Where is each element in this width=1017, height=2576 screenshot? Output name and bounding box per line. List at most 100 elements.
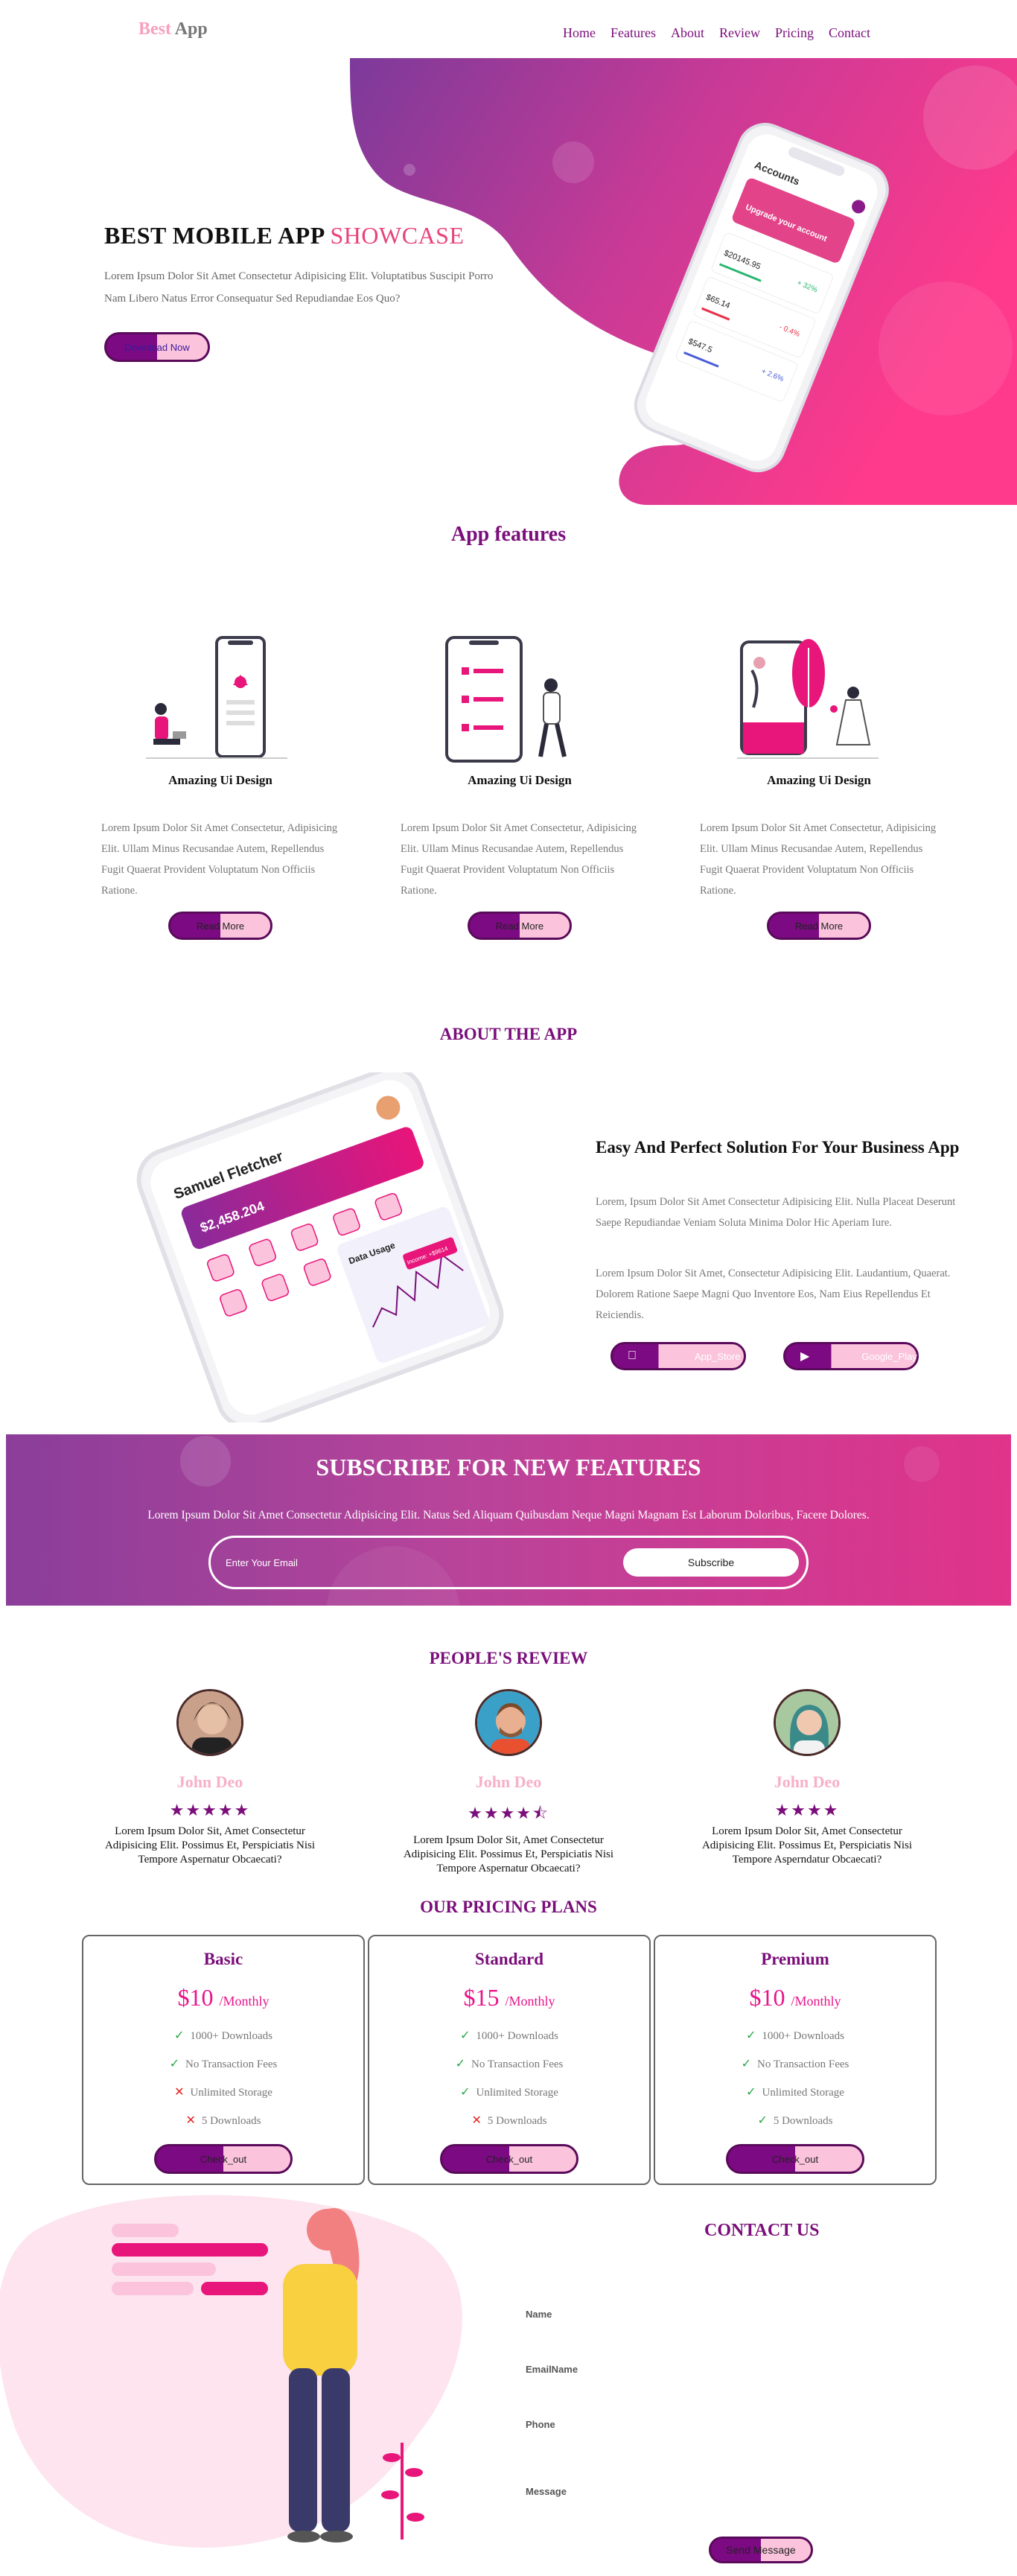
hero-title-main: BEST MOBILE APP xyxy=(104,222,324,249)
email-input[interactable] xyxy=(226,1551,568,1574)
logo[interactable]: Best App xyxy=(138,19,208,39)
download-now-button[interactable]: Download Now xyxy=(104,332,210,362)
rating-stars: ★★★★ xyxy=(774,1801,840,1819)
about-heading: Easy And Perfect Solution For Your Busin… xyxy=(596,1138,960,1157)
apple-icon:  xyxy=(628,1349,643,1363)
subscribe-form: Subscribe xyxy=(208,1536,809,1589)
google-play-label: Google_Play xyxy=(861,1350,917,1362)
check-icon: ✓ xyxy=(741,2058,752,2070)
about-paragraph-2: Lorem Ipsum Dolor Sit Amet, Consectetur … xyxy=(596,1268,951,1321)
feature-illustration-3 xyxy=(737,639,879,759)
subscribe-title: SUBSCRIBE FOR NEW FEATURES xyxy=(316,1454,701,1481)
name-label: Name xyxy=(526,2309,552,2320)
about-title: ABOUT THE APP xyxy=(439,1025,578,1043)
read-more-button[interactable]: Read More xyxy=(168,912,272,940)
email-input-contact[interactable] xyxy=(526,2382,928,2401)
about-phone-mockup: Samuel Fletcher $2,458.204 Data Usage In… xyxy=(136,1072,504,1422)
google-play-button[interactable]: ▶ Google_Play xyxy=(783,1342,919,1370)
checkout-button[interactable]: Check_out xyxy=(726,2144,864,2174)
plan-feature: ✓ Unlimited Storage xyxy=(746,2086,844,2099)
check-icon: ✓ xyxy=(460,2086,471,2099)
reviewer-name: John Deo xyxy=(774,1772,841,1791)
main-nav: Home Features About Review Pricing Conta… xyxy=(563,25,870,41)
plan-price: $10 /Monthly xyxy=(749,1984,841,2011)
plan-feature: ✕ 5 Downloads xyxy=(185,2114,261,2127)
plan-standard: Standard $15 /Monthly ✓ 1000+ Downloads ✓… xyxy=(368,1935,651,2185)
check-icon: ✓ xyxy=(757,2114,768,2127)
logo-part1: Best xyxy=(138,19,171,39)
plan-feature: ✓ No Transaction Fees xyxy=(741,2058,849,2070)
plan-features: ✓ 1000+ Downloads ✓ No Transaction Fees ✕ U… xyxy=(83,2022,363,2135)
plan-features: ✓ 1000+ Downloads ✓ No Transaction Fees ✓ U… xyxy=(655,2022,935,2135)
subscribe-section: SUBSCRIBE FOR NEW FEATURES Lorem Ipsum D… xyxy=(6,1434,1011,1606)
nav-features[interactable]: Features xyxy=(610,25,656,41)
reviewer-name: John Deo xyxy=(176,1772,243,1791)
pricing-title: OUR PRICING PLANS xyxy=(420,1898,597,1916)
checkout-button[interactable]: Check_out xyxy=(154,2144,293,2174)
feature-card-2: Amazing Ui Design Lorem Ipsum Dolor Sit … xyxy=(393,773,646,940)
app-store-label: App_Store xyxy=(695,1350,741,1362)
plan-feature: ✓ 1000+ Downloads xyxy=(746,2029,844,2042)
avatar xyxy=(774,1689,841,1756)
plan-price: $10 /Monthly xyxy=(177,1984,270,2011)
review-text: Lorem Ipsum Dolor Sit, Amet Consectetur … xyxy=(403,1834,614,1874)
hero-title-accent: SHOWCASE xyxy=(330,222,465,249)
plan-price: $15 /Monthly xyxy=(463,1984,555,2011)
cross-icon: ✕ xyxy=(185,2114,196,2127)
check-icon: ✓ xyxy=(455,2058,466,2070)
nav-contact[interactable]: Contact xyxy=(829,25,870,41)
feature-illustration-1 xyxy=(146,636,287,759)
hero-phone-mockup: Accounts Upgrade your account $20145.95 … xyxy=(634,123,889,473)
plan-name: Standard xyxy=(474,1950,544,1968)
message-label: Message xyxy=(526,2486,567,2497)
feature-title: Amazing Ui Design xyxy=(767,773,871,787)
check-icon: ✓ xyxy=(169,2058,180,2070)
rating-stars: ★★★★★ xyxy=(169,1801,251,1819)
plan-feature: ✕ Unlimited Storage xyxy=(174,2086,272,2099)
rating-stars: ★★★★⯪ xyxy=(468,1804,549,1822)
email-label: EmailName xyxy=(526,2364,578,2375)
check-icon: ✓ xyxy=(460,2029,471,2042)
cross-icon: ✕ xyxy=(174,2086,185,2099)
nav-about[interactable]: About xyxy=(671,25,704,41)
nav-pricing[interactable]: Pricing xyxy=(775,25,814,41)
logo-part2: App xyxy=(174,19,208,39)
feature-title: Amazing Ui Design xyxy=(468,773,572,787)
message-textarea[interactable] xyxy=(526,2504,928,2529)
feature-card-3: Amazing Ui Design Lorem Ipsum Dolor Sit … xyxy=(692,773,946,940)
phone-label: Phone xyxy=(526,2419,555,2430)
plan-premium: Premium $10 /Monthly ✓ 1000+ Downloads ✓ N… xyxy=(654,1935,937,2185)
avatar xyxy=(475,1689,542,1756)
check-icon: ✓ xyxy=(746,2029,756,2042)
plan-feature: ✓ Unlimited Storage xyxy=(460,2086,558,2099)
subscribe-button[interactable]: Subscribe xyxy=(623,1548,799,1577)
contact-illustration xyxy=(0,2195,462,2548)
feature-text: Lorem Ipsum Dolor Sit Amet Consectetur, … xyxy=(101,822,338,897)
feature-illustration-2 xyxy=(445,636,567,763)
phone-input[interactable] xyxy=(526,2437,928,2456)
send-message-button[interactable]: Send Message xyxy=(709,2537,813,2563)
read-more-button[interactable]: Read More xyxy=(767,912,871,940)
feature-text: Lorem Ipsum Dolor Sit Amet Consectetur, … xyxy=(700,822,937,897)
plan-name: Basic xyxy=(203,1950,243,1968)
nav-home[interactable]: Home xyxy=(563,25,596,41)
read-more-button[interactable]: Read More xyxy=(468,912,572,940)
play-icon: ▶ xyxy=(800,1350,810,1363)
checkout-button[interactable]: Check_out xyxy=(440,2144,578,2174)
name-input[interactable] xyxy=(526,2327,928,2346)
plan-features: ✓ 1000+ Downloads ✓ No Transaction Fees ✓ U… xyxy=(369,2022,649,2135)
feature-text: Lorem Ipsum Dolor Sit Amet Consectetur, … xyxy=(401,822,637,897)
plan-feature: ✓ 5 Downloads xyxy=(757,2114,833,2127)
cross-icon: ✕ xyxy=(471,2114,482,2127)
plan-basic: Basic $10 /Monthly ✓ 1000+ Downloads ✓ No … xyxy=(82,1935,365,2185)
plan-feature: ✕ 5 Downloads xyxy=(471,2114,547,2127)
feature-title: Amazing Ui Design xyxy=(168,773,272,787)
review-text: Lorem Ipsum Dolor Sit, Amet Consectetur … xyxy=(104,1825,316,1866)
features-title: App features xyxy=(450,523,567,546)
contact-title: CONTACT US xyxy=(704,2221,820,2240)
review-card-3: John Deo ★★★★ Lorem Ipsum Dolor Sit, Ame… xyxy=(688,1689,926,1867)
nav-review[interactable]: Review xyxy=(719,25,760,41)
review-card-2: John Deo ★★★★⯪ Lorem Ipsum Dolor Sit, Am… xyxy=(389,1689,628,1876)
app-store-button[interactable]:  App_Store xyxy=(610,1342,746,1370)
check-icon: ✓ xyxy=(174,2029,185,2042)
